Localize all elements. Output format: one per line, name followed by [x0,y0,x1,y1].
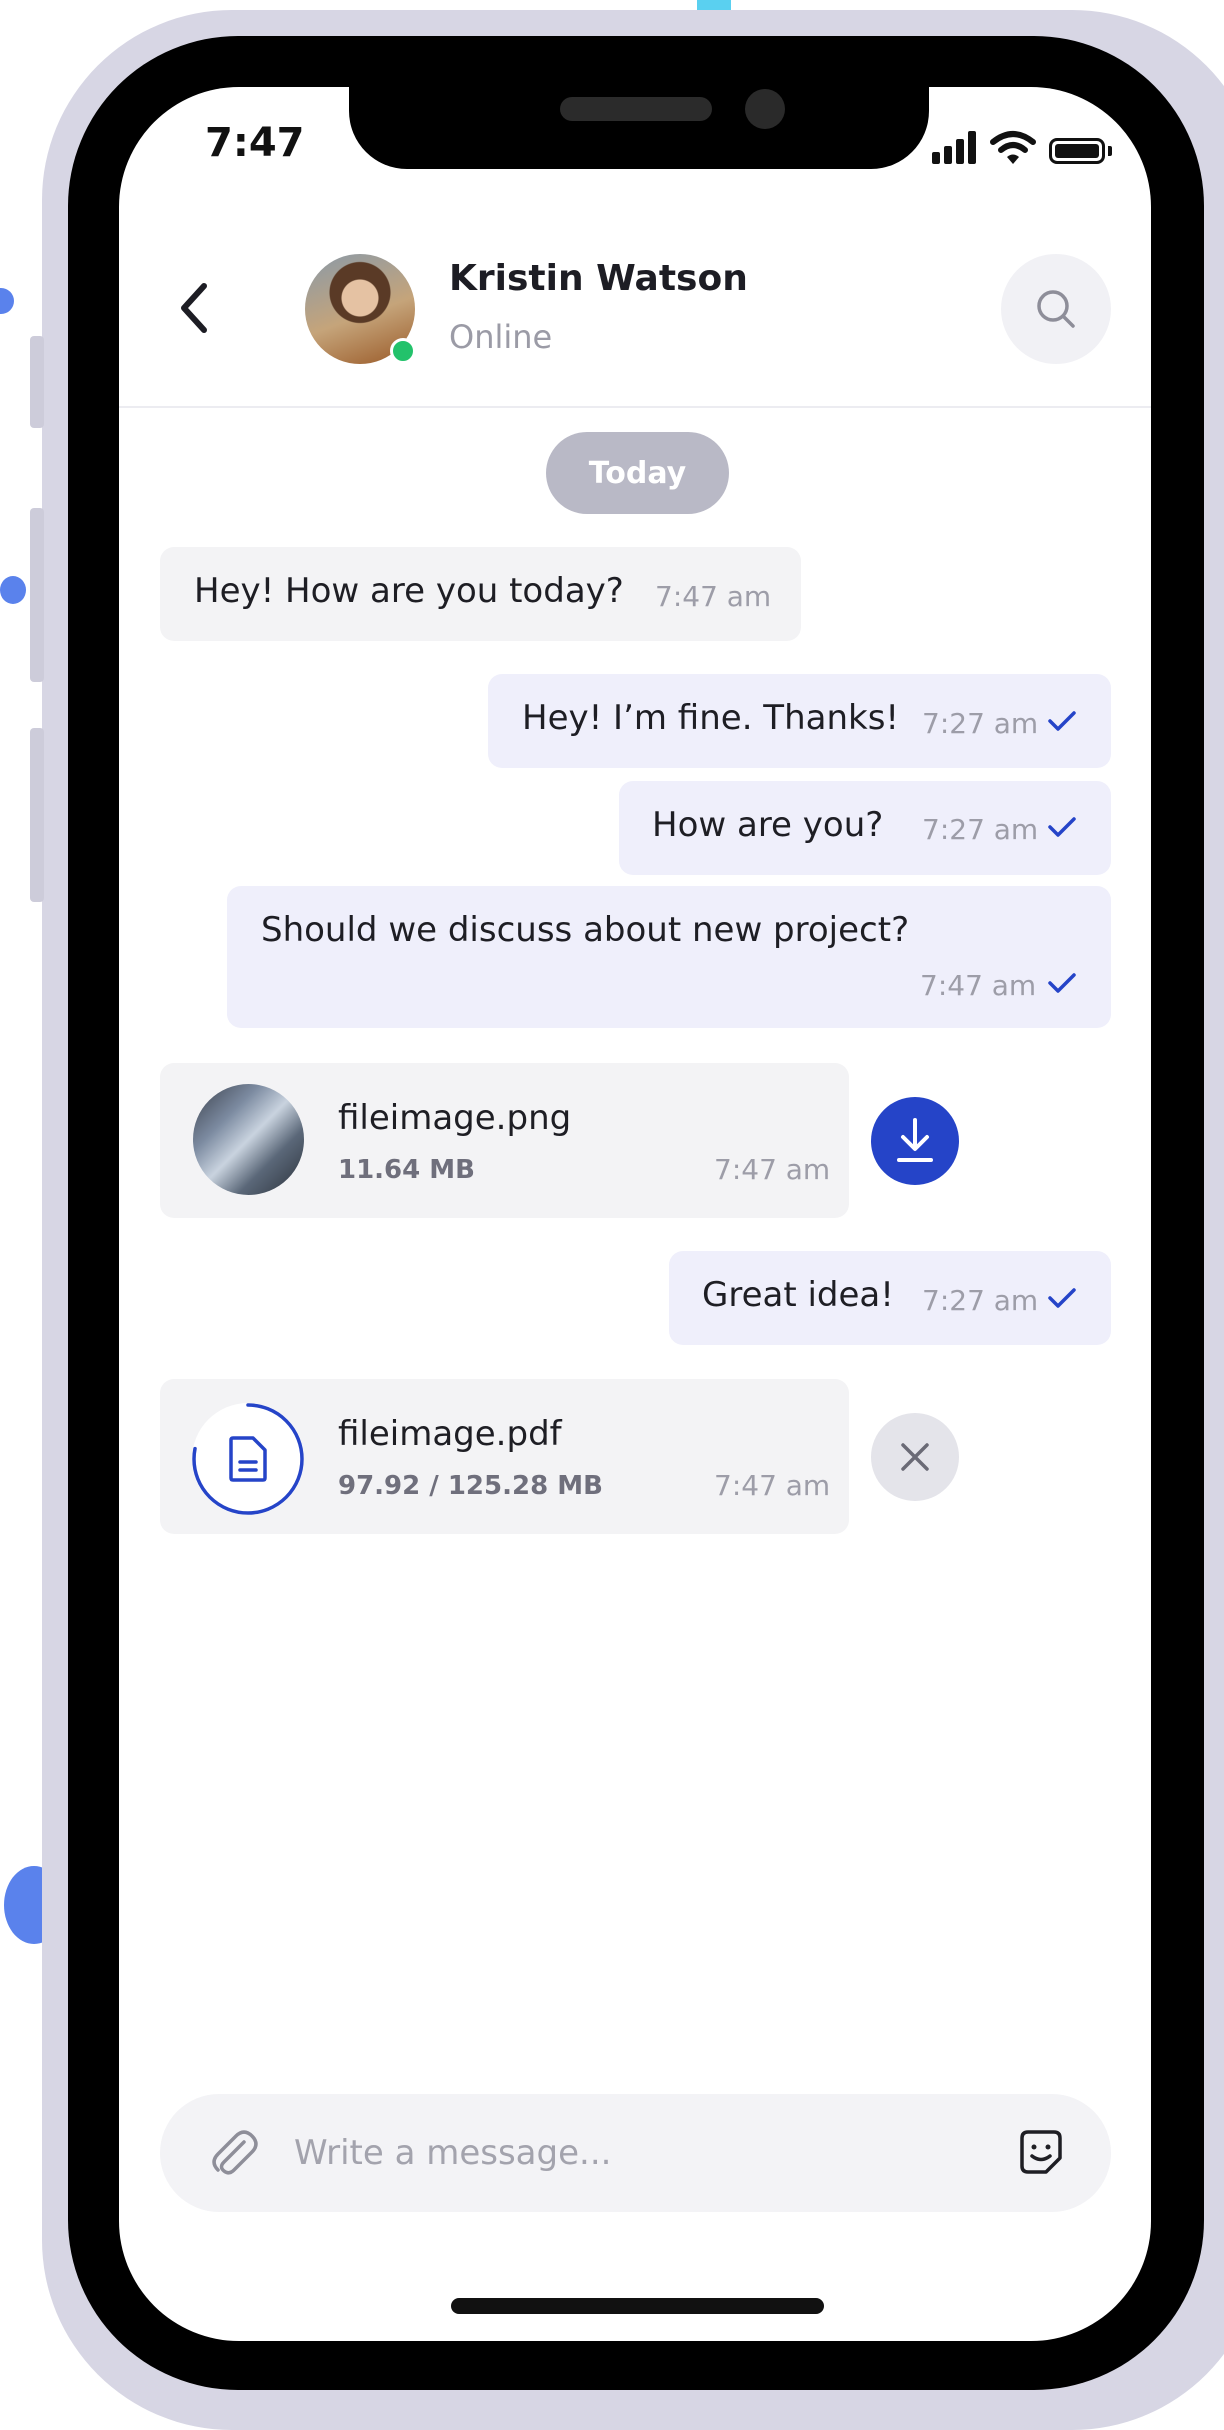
message-time: 7:47 am [714,1153,831,1186]
home-indicator [451,2298,824,2314]
message-time: 7:27 am [922,707,1039,740]
download-icon [897,1118,933,1162]
download-button[interactable] [871,1097,959,1185]
phone-side-button [30,728,44,902]
phone-camera [745,89,785,129]
status-time: 7:47 [205,120,305,166]
paperclip-icon[interactable] [206,2126,260,2180]
read-check-icon [1048,973,1076,993]
message-time: 7:27 am [922,1284,1039,1317]
message-text: How are you? [652,805,884,845]
decorative-square [697,0,731,10]
phone-speaker [560,97,712,121]
image-thumbnail[interactable] [193,1084,304,1195]
chevron-left-icon [181,283,207,333]
file-name: fileimage.pdf [338,1414,562,1454]
file-size: 97.92 / 125.28 MB [338,1471,603,1501]
message-text: Should we discuss about new project? [261,910,910,950]
read-check-icon [1048,817,1076,837]
online-indicator [390,338,416,364]
message-input[interactable] [292,2124,996,2182]
phone-side-button [30,508,44,682]
message-time: 7:47 am [714,1469,831,1502]
contact-name[interactable]: Kristin Watson [449,258,748,299]
read-check-icon [1048,1288,1076,1308]
read-check-icon [1048,711,1076,731]
sticker-smile-icon[interactable] [1014,2126,1068,2180]
file-size: 11.64 MB [338,1155,475,1185]
document-icon [229,1436,267,1482]
message-time: 7:47 am [920,969,1037,1002]
search-button[interactable] [1001,254,1111,364]
wifi-icon [990,131,1036,164]
message-text: Great idea! [702,1275,894,1315]
message-text: Hey! I’m fine. Thanks! [522,698,900,738]
decorative-dot [0,288,14,314]
close-icon [901,1443,929,1471]
file-name: fileimage.png [338,1098,572,1138]
message-time: 7:47 am [655,580,772,613]
header-divider [119,406,1151,408]
message-time: 7:27 am [922,813,1039,846]
back-button[interactable] [170,278,220,338]
battery-icon [1049,138,1105,164]
message-bubble-outgoing[interactable] [227,886,1111,1028]
message-text: Hey! How are you today? [194,571,624,611]
contact-status: Online [449,318,553,356]
date-separator: Today [546,432,729,514]
search-icon [1037,290,1075,328]
cancel-upload-button[interactable] [871,1413,959,1501]
decorative-dot [0,576,26,604]
battery-tip [1108,146,1112,156]
phone-side-button [30,336,44,428]
